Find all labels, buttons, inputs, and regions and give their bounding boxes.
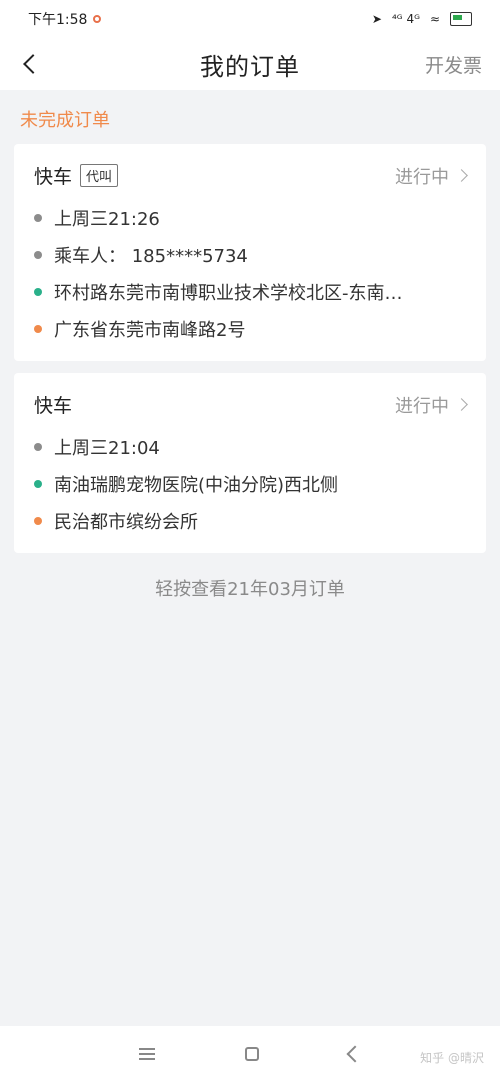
order-type: 快车	[34, 391, 72, 418]
back-icon[interactable]	[346, 1045, 364, 1063]
order-status-label: 进行中	[395, 166, 449, 188]
home-icon[interactable]	[245, 1047, 259, 1061]
location-icon: ➤	[371, 12, 382, 26]
history-orders-link[interactable]: 轻按查看21年03月订单	[0, 575, 500, 601]
status-bar: 下午1:58 ➤ ⁴ᴳ 4ᴳ ≈	[0, 0, 500, 38]
chevron-right-icon	[455, 169, 468, 182]
order-type-label: 快车	[34, 395, 73, 417]
battery-icon	[450, 12, 472, 26]
order-status[interactable]: 进行中	[395, 163, 468, 189]
status-right: ➤ ⁴ᴳ 4ᴳ ≈	[372, 12, 472, 26]
signal-text: ⁴ᴳ 4ᴳ	[391, 12, 420, 26]
order-end: 广东省东莞市南峰路2号	[54, 319, 246, 341]
order-end: 民治都市缤纷会所	[54, 511, 198, 533]
watermark: 知乎 @晴沢	[420, 1051, 484, 1065]
passenger-dot-icon	[34, 250, 42, 259]
status-time: 下午1:58	[28, 12, 88, 28]
order-tag: 代叫	[80, 164, 119, 187]
nav-bar: 我的订单 开发票	[0, 38, 500, 90]
order-time-row: 上周三21:26	[34, 199, 466, 236]
back-arrow-icon[interactable]	[20, 52, 44, 76]
order-start-row: 环村路东莞市南博职业技术学校北区-东南…	[34, 273, 466, 310]
order-start: 环村路东莞市南博职业技术学校北区-东南…	[54, 282, 403, 304]
chevron-right-icon	[455, 398, 468, 411]
order-card[interactable]: 快车 代叫 进行中 上周三21:26 乘车人： 185****5734 环村路东…	[14, 144, 486, 361]
order-passenger: 乘车人： 185****5734	[54, 245, 248, 267]
order-end-row: 民治都市缤纷会所	[34, 502, 466, 539]
order-card-header: 快车 进行中	[34, 391, 468, 418]
order-type: 快车 代叫	[34, 162, 119, 189]
order-card-header: 快车 代叫 进行中	[34, 162, 468, 189]
section-title: 未完成订单	[20, 110, 110, 131]
end-dot-icon	[34, 516, 42, 525]
menu-icon[interactable]	[139, 1048, 155, 1060]
order-status[interactable]: 进行中	[395, 392, 468, 418]
end-dot-icon	[34, 324, 42, 333]
notification-icon	[93, 15, 102, 23]
status-left: 下午1:58	[28, 9, 102, 29]
wifi-icon: ≈	[429, 12, 440, 26]
time-dot-icon	[34, 213, 42, 222]
start-dot-icon	[34, 287, 42, 296]
order-type-label: 快车	[34, 166, 73, 188]
order-time: 上周三21:26	[54, 208, 160, 230]
time-dot-icon	[34, 442, 42, 451]
order-end-row: 广东省东莞市南峰路2号	[34, 310, 466, 347]
order-passenger-row: 乘车人： 185****5734	[34, 236, 466, 273]
order-card[interactable]: 快车 进行中 上周三21:04 南油瑞鹏宠物医院(中油分院)西北侧 民治都市缤纷…	[14, 373, 486, 553]
order-start-row: 南油瑞鹏宠物医院(中油分院)西北侧	[34, 465, 466, 502]
order-start: 南油瑞鹏宠物医院(中油分院)西北侧	[54, 474, 339, 496]
start-dot-icon	[34, 479, 42, 488]
order-time: 上周三21:04	[54, 437, 160, 459]
order-status-label: 进行中	[395, 395, 449, 417]
order-time-row: 上周三21:04	[34, 428, 466, 465]
invoice-button[interactable]: 开发票	[425, 51, 482, 78]
